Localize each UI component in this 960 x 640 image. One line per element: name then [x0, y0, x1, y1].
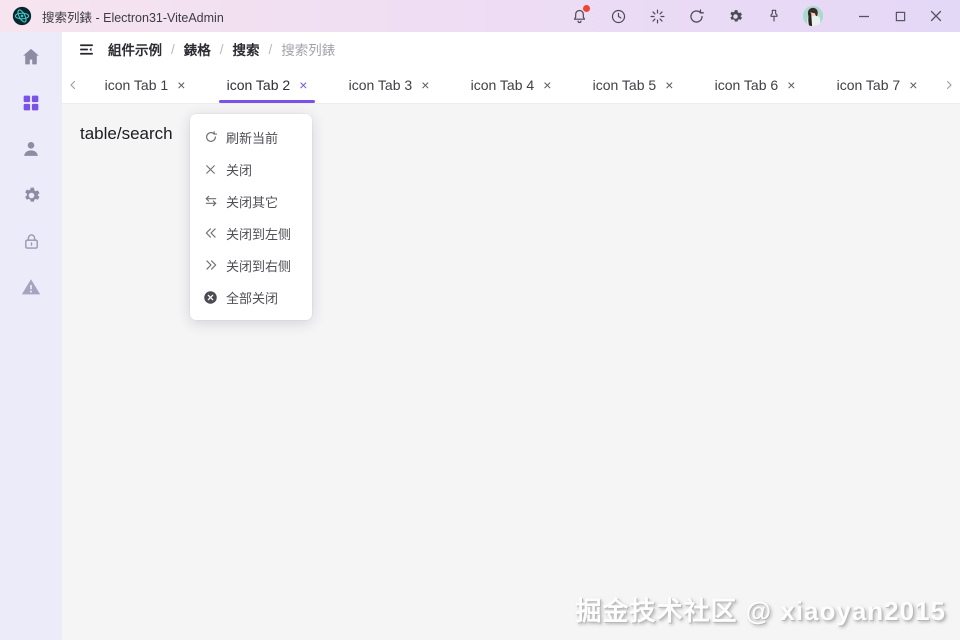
tab-icon-tab-5[interactable]: icon Tab 5 × [572, 66, 694, 103]
menu-item-label: 全部关闭 [226, 288, 278, 307]
grid-icon [20, 92, 42, 114]
sidebar-item-error[interactable] [19, 275, 43, 299]
breadcrumb-item-current: 搜索列錶 [281, 39, 335, 59]
maximize-button[interactable] [886, 4, 914, 28]
notification-badge [583, 5, 590, 12]
sparkle-icon [649, 8, 666, 25]
tab-close-icon[interactable]: × [909, 78, 917, 92]
tabs-scroll-right-button[interactable] [938, 66, 960, 103]
minimize-button[interactable] [850, 4, 878, 28]
pin-icon [766, 8, 782, 24]
menu-item-label: 刷新当前 [226, 128, 278, 147]
tab-close-icon[interactable]: × [543, 78, 551, 92]
clock-button[interactable] [606, 4, 630, 28]
tab-label: icon Tab 3 [349, 77, 413, 93]
tab-close-icon[interactable]: × [421, 78, 429, 92]
sidebar-item-users[interactable] [19, 137, 43, 161]
sidebar-item-components[interactable] [19, 91, 43, 115]
menu-item-close-right[interactable]: 关闭到右侧 [190, 249, 312, 281]
menu-item-label: 关闭 [226, 160, 252, 179]
menu-item-close-all[interactable]: 全部关闭 [190, 281, 312, 313]
breadcrumb: 組件示例 / 錶格 / 搜索 / 搜索列錶 [108, 39, 335, 59]
warning-icon [20, 276, 42, 298]
tab-label: icon Tab 7 [837, 77, 901, 93]
maximize-icon [895, 11, 906, 22]
menu-item-close-others[interactable]: 关闭其它 [190, 185, 312, 217]
sidebar-item-settings[interactable] [19, 183, 43, 207]
menu-item-label: 关闭到右侧 [226, 256, 291, 275]
breadcrumb-item[interactable]: 搜索 [233, 39, 260, 59]
home-icon [20, 46, 42, 68]
breadcrumb-separator: / [171, 42, 175, 57]
close-window-button[interactable] [922, 4, 950, 28]
breadcrumb-item[interactable]: 組件示例 [108, 39, 162, 59]
tab-label: icon Tab 4 [471, 77, 535, 93]
settings-button[interactable] [723, 4, 747, 28]
tab-icon-tab-3[interactable]: icon Tab 3 × [328, 66, 450, 103]
titlebar: 搜索列錶 - Electron31-ViteAdmin [0, 0, 960, 32]
swap-arrows-icon [203, 194, 218, 209]
tab-close-icon[interactable]: × [787, 78, 795, 92]
menu-item-label: 关闭其它 [226, 192, 278, 211]
sidebar-item-lock[interactable] [19, 229, 43, 253]
tab-close-icon[interactable]: × [665, 78, 673, 92]
refresh-button[interactable] [684, 4, 708, 28]
tab-bar: icon Tab 1 × icon Tab 2 × icon Tab 3 × i… [62, 66, 960, 104]
window-title: 搜索列錶 - Electron31-ViteAdmin [42, 7, 224, 26]
menu-item-label: 关闭到左侧 [226, 224, 291, 243]
app-logo-icon [12, 6, 32, 26]
gear-icon [21, 185, 42, 206]
tab-label: icon Tab 5 [593, 77, 657, 93]
close-icon [930, 10, 942, 22]
tab-context-menu: 刷新当前 关闭 关闭其它 关闭到左侧 关闭到右侧 全部关闭 [190, 114, 312, 320]
lock-icon [21, 231, 42, 252]
gear-icon [727, 8, 744, 25]
minimize-icon [858, 10, 870, 22]
close-icon [203, 162, 218, 177]
breadcrumb-separator: / [269, 42, 273, 57]
breadcrumb-bar: 組件示例 / 錶格 / 搜索 / 搜索列錶 [62, 32, 960, 66]
menu-fold-icon [78, 41, 95, 58]
tab-icon-tab-1[interactable]: icon Tab 1 × [84, 66, 206, 103]
sidebar [0, 32, 62, 640]
double-chevron-right-icon [203, 258, 218, 273]
menu-item-close-left[interactable]: 关闭到左侧 [190, 217, 312, 249]
breadcrumb-separator: / [220, 42, 224, 57]
clock-icon [610, 8, 627, 25]
chevron-right-icon [943, 79, 955, 91]
user-icon [20, 138, 42, 160]
pin-button[interactable] [762, 4, 786, 28]
tab-icon-tab-7[interactable]: icon Tab 7 × [816, 66, 938, 103]
refresh-icon [203, 130, 218, 145]
tab-close-icon[interactable]: × [299, 78, 307, 92]
sidebar-item-home[interactable] [19, 45, 43, 69]
tab-close-icon[interactable]: × [177, 78, 185, 92]
refresh-icon [688, 8, 705, 25]
chevron-left-icon [67, 79, 79, 91]
circle-close-icon [203, 290, 218, 305]
tab-label: icon Tab 2 [227, 77, 291, 93]
sidebar-collapse-button[interactable] [76, 39, 96, 59]
user-avatar[interactable] [801, 4, 825, 28]
notifications-button[interactable] [567, 4, 591, 28]
tab-label: icon Tab 1 [105, 77, 169, 93]
page-title: table/search [80, 124, 173, 144]
avatar [802, 5, 824, 27]
tab-label: icon Tab 6 [715, 77, 779, 93]
tab-icon-tab-6[interactable]: icon Tab 6 × [694, 66, 816, 103]
tab-icon-tab-4[interactable]: icon Tab 4 × [450, 66, 572, 103]
double-chevron-left-icon [203, 226, 218, 241]
sparkle-button[interactable] [645, 4, 669, 28]
menu-item-refresh-current[interactable]: 刷新当前 [190, 121, 312, 153]
breadcrumb-item[interactable]: 錶格 [184, 39, 211, 59]
tabs-scroll-left-button[interactable] [62, 66, 84, 103]
menu-item-close[interactable]: 关闭 [190, 153, 312, 185]
tab-icon-tab-2[interactable]: icon Tab 2 × [206, 66, 328, 103]
